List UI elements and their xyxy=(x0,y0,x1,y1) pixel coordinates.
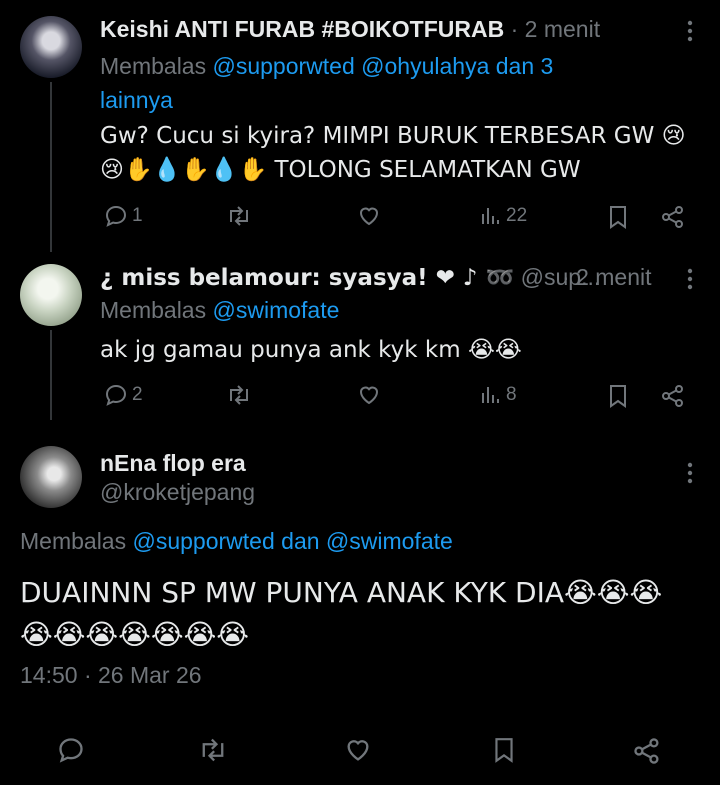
bookmark-icon xyxy=(610,385,626,408)
tweet-text-line: Gw? Cucu si kyira? MIMPI BURUK TERBESAR … xyxy=(100,123,686,149)
author-name[interactable]: ¿ miss belamour: syasya! ❤ ♪ ➿ xyxy=(100,265,514,291)
share-icon xyxy=(634,738,659,764)
retweet-button[interactable] xyxy=(198,736,228,764)
bookmark-button[interactable] xyxy=(492,736,516,764)
retweet-icon xyxy=(230,385,248,405)
reply-prefix: Membalas xyxy=(20,528,127,554)
tweet-text-line: 😭😭😭😭😭😭😭 xyxy=(20,618,250,651)
like-button[interactable] xyxy=(344,736,372,764)
heart-icon xyxy=(359,207,379,226)
mention-link[interactable]: @ohyulahya dan 3 xyxy=(361,53,553,79)
mention-link[interactable]: lainnya xyxy=(100,87,173,113)
reply-count: 1 xyxy=(132,205,143,226)
reply-context: Membalas @supporwted dan @swimofate xyxy=(20,528,453,555)
reply-prefix: Membalas xyxy=(100,53,207,79)
more-options-icon[interactable] xyxy=(675,458,705,488)
more-options-icon[interactable] xyxy=(675,16,705,46)
mention-link[interactable]: @supporwted dan @swimofate xyxy=(133,528,453,554)
more-options-icon[interactable] xyxy=(675,264,705,294)
retweet-button[interactable] xyxy=(226,383,252,407)
views-icon xyxy=(482,208,499,224)
retweet-icon xyxy=(230,206,248,226)
share-button[interactable] xyxy=(632,736,662,766)
like-button[interactable] xyxy=(357,204,381,228)
reply-context: Membalas @swimofate xyxy=(100,293,660,327)
thread-connector xyxy=(50,82,52,252)
reply-icon xyxy=(105,205,127,227)
author-handle[interactable]: @kroketjepang xyxy=(100,479,255,506)
bookmark-icon xyxy=(610,206,626,229)
bookmark-button[interactable] xyxy=(607,204,629,230)
reply-icon xyxy=(105,384,127,406)
tweet-timestamp[interactable]: 14:50 · 26 Mar 26 xyxy=(20,662,202,689)
avatar[interactable] xyxy=(20,264,82,326)
reply-button[interactable]: 2 xyxy=(104,383,143,407)
reply-button[interactable]: 1 xyxy=(104,204,143,228)
mention-link[interactable]: @supporwted xyxy=(213,53,355,79)
avatar[interactable] xyxy=(20,446,82,508)
avatar[interactable] xyxy=(20,16,82,78)
author-name[interactable]: Keishi ANTI FURAB #BOIKOTFURAB xyxy=(100,16,504,42)
reply-button[interactable] xyxy=(57,736,85,764)
bookmark-icon xyxy=(495,738,513,763)
author-name[interactable]: nEna flop era xyxy=(100,450,246,477)
view-count: 22 xyxy=(506,205,528,226)
views-button[interactable]: 8 xyxy=(480,383,517,407)
share-button[interactable] xyxy=(660,383,686,409)
share-icon xyxy=(662,206,683,228)
tweet-time[interactable]: 2 menit xyxy=(576,264,651,290)
reply-context: Membalas @supporwted @ohyulahya dan 3 la… xyxy=(100,49,660,117)
retweet-button[interactable] xyxy=(226,204,252,228)
mention-link[interactable]: @swimofate xyxy=(213,297,340,323)
tweet-text-line: 😢✋💧✋💧✋ TOLONG SELAMATKAN GW xyxy=(100,157,581,183)
reply-count: 2 xyxy=(132,384,143,405)
reply-icon xyxy=(59,738,83,763)
time-separator: · xyxy=(510,16,519,42)
tweet-text-line: DUAINNN SP MW PUNYA ANAK KYK DIA😭😭😭 xyxy=(20,576,663,609)
like-button[interactable] xyxy=(357,383,381,407)
thread-connector xyxy=(50,330,52,420)
bookmark-button[interactable] xyxy=(607,383,629,409)
views-icon xyxy=(482,387,499,403)
tweet-text: DUAINNN SP MW PUNYA ANAK KYK DIA😭😭😭 😭😭😭😭… xyxy=(20,572,710,656)
share-icon xyxy=(662,385,683,407)
tweet-text: ak jg gamau punya ank kyk km 😭😭 xyxy=(100,337,522,363)
view-count: 8 xyxy=(506,384,517,405)
share-button[interactable] xyxy=(660,204,686,230)
heart-icon xyxy=(359,386,379,405)
views-button[interactable]: 22 xyxy=(480,204,527,228)
heart-icon xyxy=(347,740,369,761)
time-separator: · xyxy=(562,264,570,290)
tweet-time[interactable]: 2 menit xyxy=(525,16,600,42)
retweet-icon xyxy=(202,738,224,762)
tweet-text: Gw? Cucu si kyira? MIMPI BURUK TERBESAR … xyxy=(100,119,700,187)
reply-prefix: Membalas xyxy=(100,297,207,323)
